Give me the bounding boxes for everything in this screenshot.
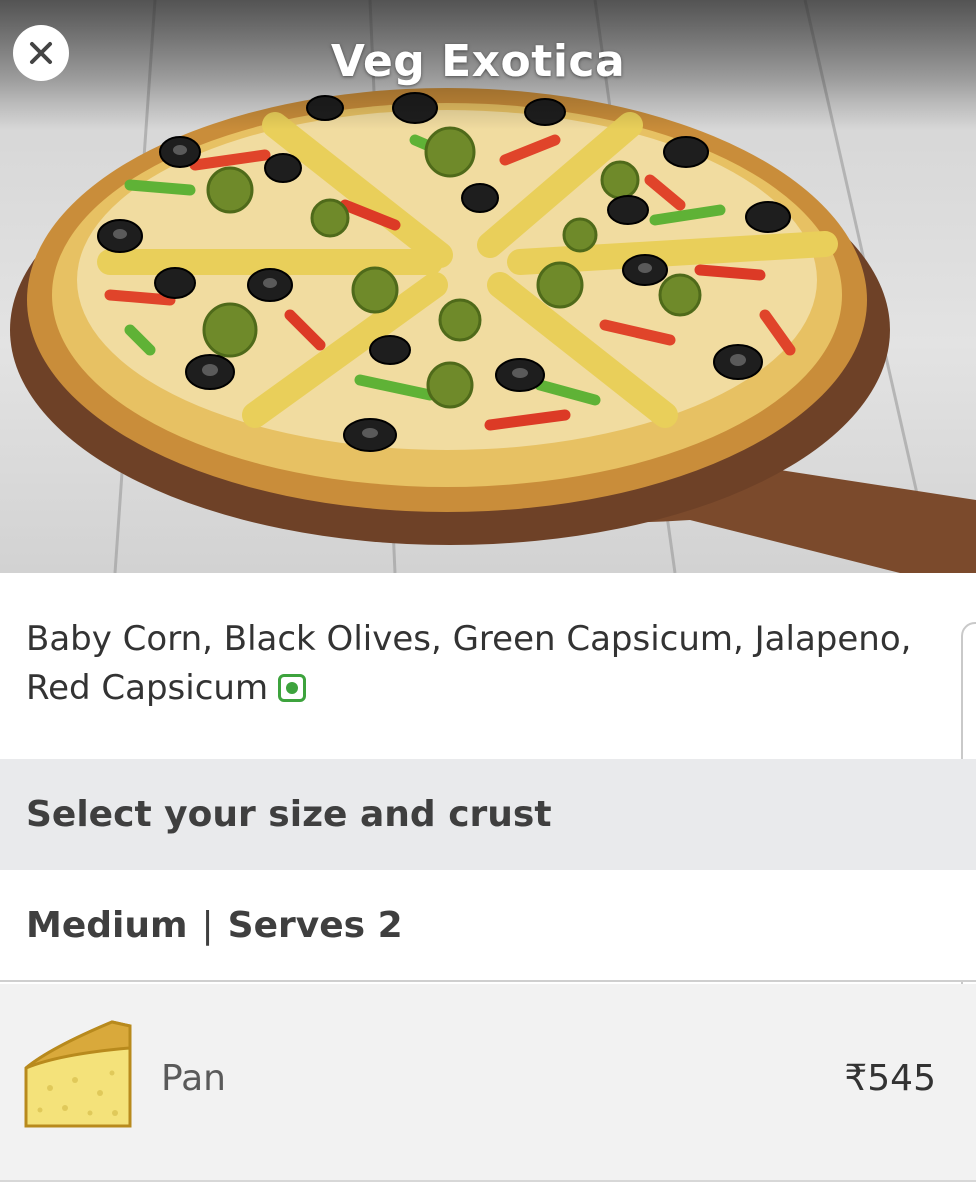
size-separator: | bbox=[201, 904, 214, 946]
size-label: Medium bbox=[26, 904, 188, 946]
product-description: Baby Corn, Black Olives, Green Capsicum,… bbox=[26, 615, 926, 713]
section-title: Select your size and crust bbox=[26, 794, 552, 835]
crust-name: Pan bbox=[161, 1058, 226, 1099]
crust-option-pan[interactable]: Pan ₹545 bbox=[0, 984, 976, 1182]
product-title: Veg Exotica bbox=[330, 36, 626, 87]
product-image: Veg Exotica bbox=[0, 0, 976, 573]
size-crust-section-header: Select your size and crust bbox=[0, 759, 976, 870]
serves-label: Serves 2 bbox=[227, 904, 403, 946]
ingredients-text: Baby Corn, Black Olives, Green Capsicum,… bbox=[26, 619, 912, 708]
size-option[interactable]: Medium | Serves 2 bbox=[0, 870, 976, 982]
pan-crust-icon bbox=[24, 1020, 132, 1128]
crust-price: ₹545 bbox=[844, 1058, 936, 1099]
veg-indicator-icon bbox=[278, 674, 307, 702]
